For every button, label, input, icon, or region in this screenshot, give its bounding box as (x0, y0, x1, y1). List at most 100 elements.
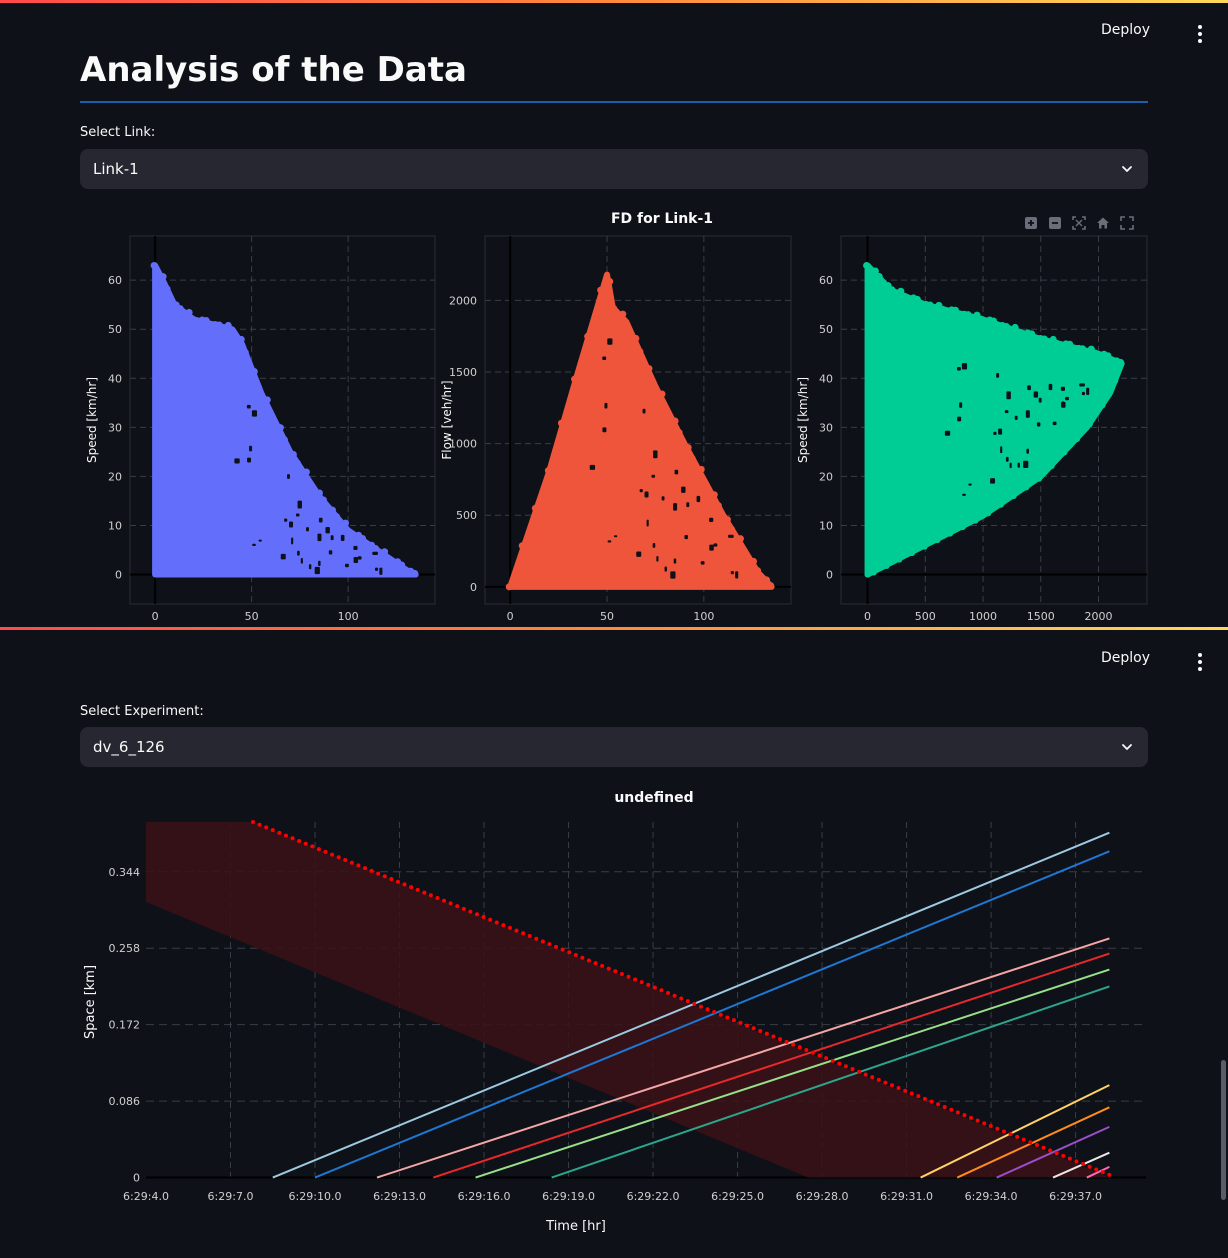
red-trajectory-point (1054, 1151, 1059, 1156)
y-tick-label: 40 (108, 372, 122, 385)
deploy-button-2[interactable]: Deploy (1101, 650, 1150, 666)
x-tick-label: 1500 (1027, 610, 1055, 623)
red-trajectory-point (639, 980, 644, 985)
scatter-gap (589, 464, 596, 470)
scatter-point (333, 513, 341, 521)
scatter-point (1053, 339, 1061, 347)
space-time-trajectory-plot[interactable]: 6:29:4.0 6:29:7.0 6:29:10.0 6:29:13.0 6:29:1… (76, 810, 1156, 1250)
scatter-gap (990, 478, 996, 484)
scatter-point (381, 548, 389, 556)
link-select[interactable]: Link-1 (80, 149, 1148, 189)
scatter-point (921, 543, 928, 550)
speed-density-plot[interactable]: 0 10 20 30 40 50 60 0 50 100 Speed [km/hr] (80, 230, 442, 625)
scatter-point (531, 504, 539, 512)
scatter-point (267, 412, 275, 420)
scatter-point (953, 526, 960, 533)
scatter-point (1002, 322, 1010, 330)
x-tick-label: 6:29:10.0 (289, 1190, 342, 1203)
page-scrollbar[interactable] (1221, 1060, 1226, 1200)
scatter-gap (944, 430, 951, 436)
scatter-gap (297, 500, 302, 509)
y-tick-label: 60 (819, 274, 833, 287)
red-trajectory-point (402, 882, 407, 887)
scatter-point (176, 305, 184, 313)
red-trajectory-point (883, 1080, 888, 1085)
scatter-point (1040, 335, 1048, 343)
x-tick-label: 6:29:25.0 (711, 1190, 764, 1203)
red-trajectory-point (1041, 1145, 1046, 1150)
red-trajectory-point (995, 1126, 1000, 1131)
scatter-gap (653, 450, 658, 459)
scatter-point (1055, 455, 1062, 462)
red-trajectory-point (514, 928, 519, 933)
scatter-gap (1033, 391, 1039, 398)
scatter-gap (1017, 462, 1020, 468)
y-tick-label: 0.172 (109, 1019, 141, 1032)
red-trajectory-point (600, 963, 605, 968)
scatter-point (675, 429, 683, 437)
red-trajectory-point (323, 849, 328, 854)
red-trajectory-point (969, 1115, 974, 1120)
red-trajectory-point (797, 1045, 802, 1050)
red-trajectory-point (613, 969, 618, 974)
scatter-gap (961, 363, 968, 370)
experiment-select[interactable]: dv_6_126 (80, 727, 1148, 767)
scatter-gap (993, 431, 997, 435)
scatter-point (372, 544, 380, 552)
red-trajectory-point (804, 1048, 809, 1053)
scatter-point (263, 396, 271, 404)
scatter-gap (1025, 410, 1030, 418)
red-trajectory-point (738, 1020, 743, 1025)
red-trajectory-point (771, 1034, 776, 1039)
red-trajectory-point (270, 828, 275, 833)
scatter-point (902, 552, 909, 559)
speed-flow-plot[interactable]: 0 10 20 30 40 50 60 0 500 1000 1500 2000 Speed [km/h… (790, 230, 1154, 625)
red-trajectory-point (534, 936, 539, 941)
scatter-point (385, 555, 393, 563)
kebab-menu-icon-2[interactable] (1198, 653, 1202, 674)
scatter-point (750, 557, 758, 565)
scatter-point (1099, 402, 1106, 409)
red-trajectory-point (1034, 1143, 1039, 1148)
scatter-point (863, 261, 871, 269)
red-trajectory-point (369, 868, 374, 873)
red-trajectory-point (277, 830, 282, 835)
scatter-point (215, 321, 223, 329)
title-divider (80, 101, 1148, 103)
scatter-gap (1061, 401, 1066, 408)
scatter-gap (607, 540, 612, 543)
scatter-gap (291, 537, 294, 545)
scatter-gap (246, 404, 251, 409)
red-trajectory-point (468, 909, 473, 914)
red-trajectory-point (1107, 1172, 1112, 1177)
scatter-point (649, 378, 657, 386)
scatter-gap (728, 534, 734, 538)
x-tick-label: 2000 (1085, 610, 1113, 623)
scatter-point (966, 519, 973, 526)
red-trajectory-point (778, 1037, 783, 1042)
red-trajectory-point (633, 977, 638, 982)
red-trajectory-point (1008, 1132, 1013, 1137)
red-trajectory-point (942, 1105, 947, 1110)
red-trajectory-point (830, 1058, 835, 1063)
scatter-point (1104, 352, 1112, 360)
scatter-gap (709, 544, 714, 551)
scatter-gap (379, 567, 383, 575)
scatter-gap (607, 338, 613, 345)
red-trajectory-point (290, 836, 295, 841)
deploy-button[interactable]: Deploy (1101, 22, 1150, 38)
red-trajectory-point (962, 1113, 967, 1118)
scatter-point (883, 563, 890, 570)
scatter-point (997, 501, 1004, 508)
scatter-point (289, 450, 297, 458)
kebab-menu-icon[interactable] (1198, 25, 1202, 46)
scatter-point (1023, 484, 1030, 491)
scatter-gap (1000, 446, 1003, 454)
red-trajectory-point (1021, 1137, 1026, 1142)
flow-density-plot[interactable]: 05001000150020000 50 100Flow [veh/hr] (420, 230, 798, 625)
scatter-point (584, 332, 592, 340)
scatter-gap (998, 428, 1003, 435)
red-trajectory-point (679, 996, 684, 1001)
scatter-gap (247, 457, 252, 463)
x-tick-label: 6:29:16.0 (458, 1190, 511, 1203)
